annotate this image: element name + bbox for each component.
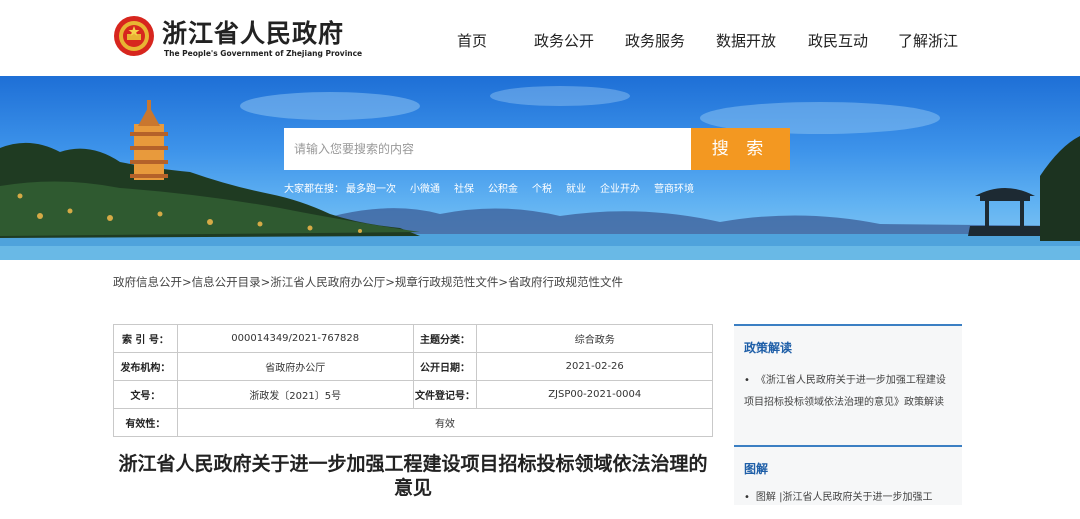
- validity-label: 有效性：: [113, 408, 178, 437]
- search-button[interactable]: 搜 索: [691, 128, 790, 170]
- policy-interpretation-link[interactable]: 《浙江省人民政府关于进一步加强工程建设项目招标投标领域依法治理的意见》政策解读: [734, 356, 962, 424]
- regno-label: 文件登记号：: [412, 380, 478, 409]
- hero-banner: 请输入您要搜索的内容 搜 索 大家都在搜： 最多跑一次 小微通 社保 公积金 个税 就业 企业…: [0, 76, 1080, 260]
- breadcrumb-item[interactable]: 浙江省人民政府办公厅: [270, 275, 385, 289]
- document-title: 浙江省人民政府关于进一步加强工程建设项目招标投标领域依法治理的意见: [118, 453, 708, 499]
- site-logo-title[interactable]: 浙江省人民政府: [162, 14, 344, 50]
- nav-interaction[interactable]: 政民互动: [808, 30, 868, 51]
- pavilion-illustration: [968, 188, 1042, 236]
- hot-term[interactable]: 企业开办: [600, 184, 640, 195]
- nav-open-data[interactable]: 数据开放: [716, 30, 776, 51]
- nav-home[interactable]: 首页: [457, 30, 487, 51]
- category-value: 综合政务: [476, 324, 713, 353]
- table-row: 文号： 浙政发〔2021〕5号 文件登记号： ZJSP00-2021-0004: [113, 380, 713, 409]
- category-label: 主题分类：: [412, 324, 478, 353]
- table-row: 索 引 号： 000014349/2021-767828 主题分类： 综合政务: [113, 324, 713, 353]
- index-value: 000014349/2021-767828: [176, 324, 414, 353]
- breadcrumb-item[interactable]: 省政府行政规范性文件: [508, 275, 623, 289]
- regno-value: ZJSP00-2021-0004: [476, 380, 713, 409]
- hot-term[interactable]: 小微通: [410, 184, 440, 195]
- agency-value: 省政府办公厅: [176, 352, 414, 381]
- policy-interpretation-section: 政策解读 《浙江省人民政府关于进一步加强工程建设项目招标投标领域依法治理的意见》…: [734, 324, 962, 445]
- breadcrumb-item[interactable]: 信息公开目录: [192, 275, 261, 289]
- hot-term[interactable]: 公积金: [488, 184, 518, 195]
- hot-term[interactable]: 最多跑一次: [346, 184, 396, 195]
- validity-value: 有效: [176, 408, 714, 437]
- date-label: 公开日期：: [412, 352, 478, 381]
- graphic-link[interactable]: 图解 |浙江省人民政府关于进一步加强工: [734, 477, 962, 519]
- agency-label: 发布机构：: [113, 352, 178, 381]
- right-sidebar: 政策解读 《浙江省人民政府关于进一步加强工程建设项目招标投标领域依法治理的意见》…: [734, 324, 962, 505]
- hot-search-bar: 大家都在搜： 最多跑一次 小微通 社保 公积金 个税 就业 企业开办 营商环境: [284, 180, 708, 195]
- date-value: 2021-02-26: [476, 352, 713, 381]
- nav-about-zhejiang[interactable]: 了解浙江: [898, 30, 958, 51]
- nav-government-affairs[interactable]: 政务公开: [534, 30, 594, 51]
- table-row: 有效性： 有效: [113, 408, 714, 437]
- pagoda-illustration: [130, 100, 168, 180]
- docno-value: 浙政发〔2021〕5号: [176, 380, 414, 409]
- hot-search-label: 大家都在搜：: [284, 184, 344, 195]
- table-row: 发布机构： 省政府办公厅 公开日期： 2021-02-26: [113, 352, 713, 381]
- hot-term[interactable]: 就业: [566, 184, 586, 195]
- national-emblem-icon: [114, 16, 154, 56]
- docno-label: 文号：: [113, 380, 178, 409]
- nav-government-services[interactable]: 政务服务: [625, 30, 685, 51]
- breadcrumb-item[interactable]: 规章行政规范性文件: [395, 275, 499, 289]
- breadcrumb: 政府信息公开>信息公开目录>浙江省人民政府办公厅>规章行政规范性文件>省政府行政…: [113, 275, 624, 289]
- graphic-section-title[interactable]: 图解: [734, 447, 962, 477]
- hot-term[interactable]: 社保: [454, 184, 474, 195]
- site-header: 浙江省人民政府 The People's Government of Zheji…: [0, 0, 1080, 76]
- breadcrumb-item[interactable]: 政府信息公开: [113, 275, 182, 289]
- hot-term[interactable]: 个税: [532, 184, 552, 195]
- index-label: 索 引 号：: [113, 324, 178, 353]
- document-info-table: 索 引 号： 000014349/2021-767828 主题分类： 综合政务 …: [113, 324, 714, 437]
- policy-section-title[interactable]: 政策解读: [734, 326, 962, 356]
- graphic-section: 图解 图解 |浙江省人民政府关于进一步加强工: [734, 445, 962, 505]
- search-input[interactable]: 请输入您要搜索的内容: [284, 128, 691, 170]
- hot-term[interactable]: 营商环境: [654, 184, 694, 195]
- site-logo-subtitle: The People's Government of Zhejiang Prov…: [164, 49, 363, 58]
